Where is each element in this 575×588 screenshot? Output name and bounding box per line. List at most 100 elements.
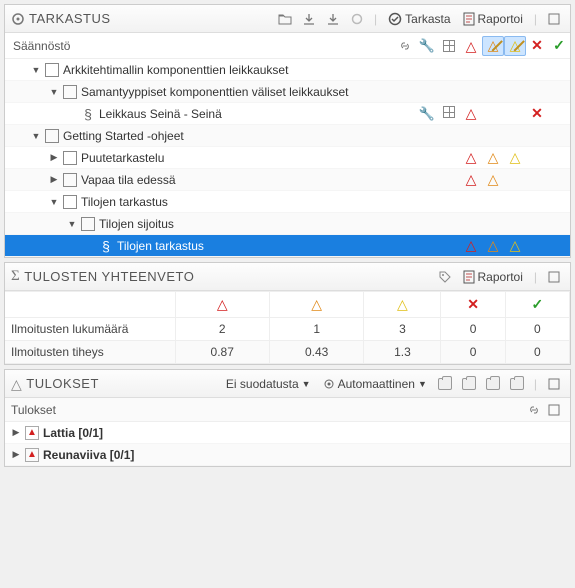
triangle-orange-icon: △: [488, 171, 499, 187]
auto-label: Automaattinen: [338, 377, 415, 391]
dens-red: 0.87: [175, 341, 269, 364]
raportoi-button[interactable]: Raportoi: [459, 10, 527, 28]
dens-yellow: 1.3: [364, 341, 441, 364]
panel-square-button[interactable]: [544, 9, 564, 29]
count-orange: 1: [269, 318, 363, 341]
triangle-yellow-icon: △: [510, 149, 521, 165]
tulokset-panel: △ TULOKSET Ei suodatusta ▼ Automaattinen…: [4, 369, 571, 467]
gear-icon: [323, 378, 335, 390]
box-btn-1[interactable]: [435, 374, 455, 394]
expander-icon[interactable]: ▼: [49, 87, 59, 97]
expander-icon: [67, 109, 77, 119]
auto-dropdown[interactable]: Automaattinen ▼: [319, 375, 431, 393]
download-button-1[interactable]: [299, 9, 319, 29]
tri-orange-col-toggle[interactable]: △: [482, 36, 504, 56]
row-label: Arkkitehtimallin komponenttien leikkauks…: [63, 63, 288, 77]
panel-square-button-2[interactable]: [544, 267, 564, 287]
result-icon: ▲: [25, 426, 39, 440]
count-yellow: 3: [364, 318, 441, 341]
expander-icon[interactable]: ▼: [31, 131, 41, 141]
box-col-icon[interactable]: [544, 400, 564, 420]
ok-col[interactable]: ✓: [548, 36, 570, 56]
triangle-orange-icon: △: [488, 149, 499, 165]
tarkasta-button[interactable]: Tarkasta: [384, 10, 454, 28]
filter-dropdown[interactable]: Ei suodatusta ▼: [222, 375, 315, 393]
doc-icon: [63, 151, 77, 165]
open-folder-button[interactable]: [275, 9, 295, 29]
dens-ok: 0: [505, 341, 569, 364]
dens-x: 0: [441, 341, 505, 364]
yhteenveto-header: Σ TULOSTEN YHTEENVETO Raportoi |: [5, 263, 570, 291]
box-btn-4[interactable]: [507, 374, 527, 394]
tree-column-header: Säännöstö 🔧 △ △ △ ✕ ✓: [5, 33, 570, 59]
triangle-yellow-icon: △: [510, 237, 521, 253]
yhteenveto-panel: Σ TULOSTEN YHTEENVETO Raportoi | △ △ △ ✕…: [4, 262, 571, 365]
result-row[interactable]: ▶ ▲ Lattia [0/1]: [5, 422, 570, 444]
doc-icon: [81, 217, 95, 231]
name-column-label: Säännöstö: [5, 35, 394, 57]
tri-yellow-col-toggle[interactable]: △: [504, 36, 526, 56]
circle-button[interactable]: [347, 9, 367, 29]
doc-icon: [63, 195, 77, 209]
result-label: Reunaviiva [0/1]: [43, 448, 134, 462]
expander-icon[interactable]: ▼: [67, 219, 77, 229]
triangle-red-icon: △: [466, 149, 477, 165]
ruleset-row[interactable]: ▼Tilojen tarkastus: [5, 191, 570, 213]
triangle-orange-icon: △: [488, 237, 499, 253]
expander-icon[interactable]: ▶: [49, 153, 59, 163]
report-icon: [463, 12, 475, 26]
col-orange: △: [269, 292, 363, 318]
panel-square-button-3[interactable]: [544, 374, 564, 394]
result-label: Lattia [0/1]: [43, 426, 103, 440]
tarkastus-panel: TARKASTUS | Tarkasta Raportoi | Säännöst…: [4, 4, 571, 258]
ruleset-row[interactable]: §Leikkaus Seinä - Seinä🔧△✕: [5, 103, 570, 125]
dens-orange: 0.43: [269, 341, 363, 364]
count-ok: 0: [505, 318, 569, 341]
yhteenveto-raportoi-button[interactable]: Raportoi: [459, 268, 527, 286]
ruleset-row[interactable]: ▶Vapaa tila edessä△△: [5, 169, 570, 191]
result-icon: ▲: [25, 448, 39, 462]
box-btn-2[interactable]: [459, 374, 479, 394]
row-label: Puutetarkastelu: [81, 151, 164, 165]
ruleset-row[interactable]: ▼Samantyyppiset komponenttien väliset le…: [5, 81, 570, 103]
grid-column-icon[interactable]: [438, 36, 460, 56]
result-row[interactable]: ▶ ▲ Reunaviiva [0/1]: [5, 444, 570, 466]
ruleset-tree: ▼ Arkkitehtimallin komponenttien leikkauk…: [5, 59, 570, 257]
expander-icon[interactable]: ▶: [11, 450, 21, 460]
tarkastus-title-text: TARKASTUS: [29, 11, 111, 26]
ruleset-row[interactable]: ▶ Puutetarkastelu △ △ △: [5, 147, 570, 169]
box-btn-3[interactable]: [483, 374, 503, 394]
wrench-column-icon[interactable]: 🔧: [416, 36, 438, 56]
ruleset-row[interactable]: §Tilojen tarkastus△△△: [5, 235, 570, 257]
ruleset-row[interactable]: ▼Getting Started -ohjeet: [5, 125, 570, 147]
row-label: Tilojen sijoitus: [99, 217, 174, 231]
row-label: Vapaa tila edessä: [81, 173, 176, 187]
row-label: Tilojen tarkastus: [117, 239, 204, 253]
ruleset-row[interactable]: ▼ Tilojen sijoitus: [5, 213, 570, 235]
row-label: Leikkaus Seinä - Seinä: [99, 107, 222, 121]
tarkastus-header: TARKASTUS | Tarkasta Raportoi |: [5, 5, 570, 33]
report-icon: [463, 270, 475, 284]
yhteenveto-title-text: TULOSTEN YHTEENVETO: [24, 269, 194, 284]
ruleset-row[interactable]: ▼ Arkkitehtimallin komponenttien leikkauk…: [5, 59, 570, 81]
expander-icon[interactable]: ▼: [49, 197, 59, 207]
tag-button[interactable]: [435, 267, 455, 287]
link-col-icon[interactable]: [524, 400, 544, 420]
grid-icon: [443, 106, 455, 118]
col-red: △: [175, 292, 269, 318]
row-density-label: Ilmoitusten tiheys: [5, 341, 175, 364]
tarkasta-label: Tarkasta: [405, 12, 450, 26]
download-button-2[interactable]: [323, 9, 343, 29]
col-ok: ✓: [505, 292, 569, 318]
x-col[interactable]: ✕: [526, 36, 548, 56]
check-circle-icon: [388, 12, 402, 26]
count-x: 0: [441, 318, 505, 341]
expander-icon[interactable]: ▶: [11, 428, 21, 438]
tri-red-col[interactable]: △: [460, 36, 482, 56]
expander-icon[interactable]: ▼: [31, 65, 41, 75]
link-column-icon[interactable]: [394, 36, 416, 56]
doc-icon: [45, 129, 59, 143]
yhteenveto-title: Σ TULOSTEN YHTEENVETO: [11, 268, 194, 285]
expander-icon[interactable]: ▶: [49, 175, 59, 185]
tulokset-header: △ TULOKSET Ei suodatusta ▼ Automaattinen…: [5, 370, 570, 398]
